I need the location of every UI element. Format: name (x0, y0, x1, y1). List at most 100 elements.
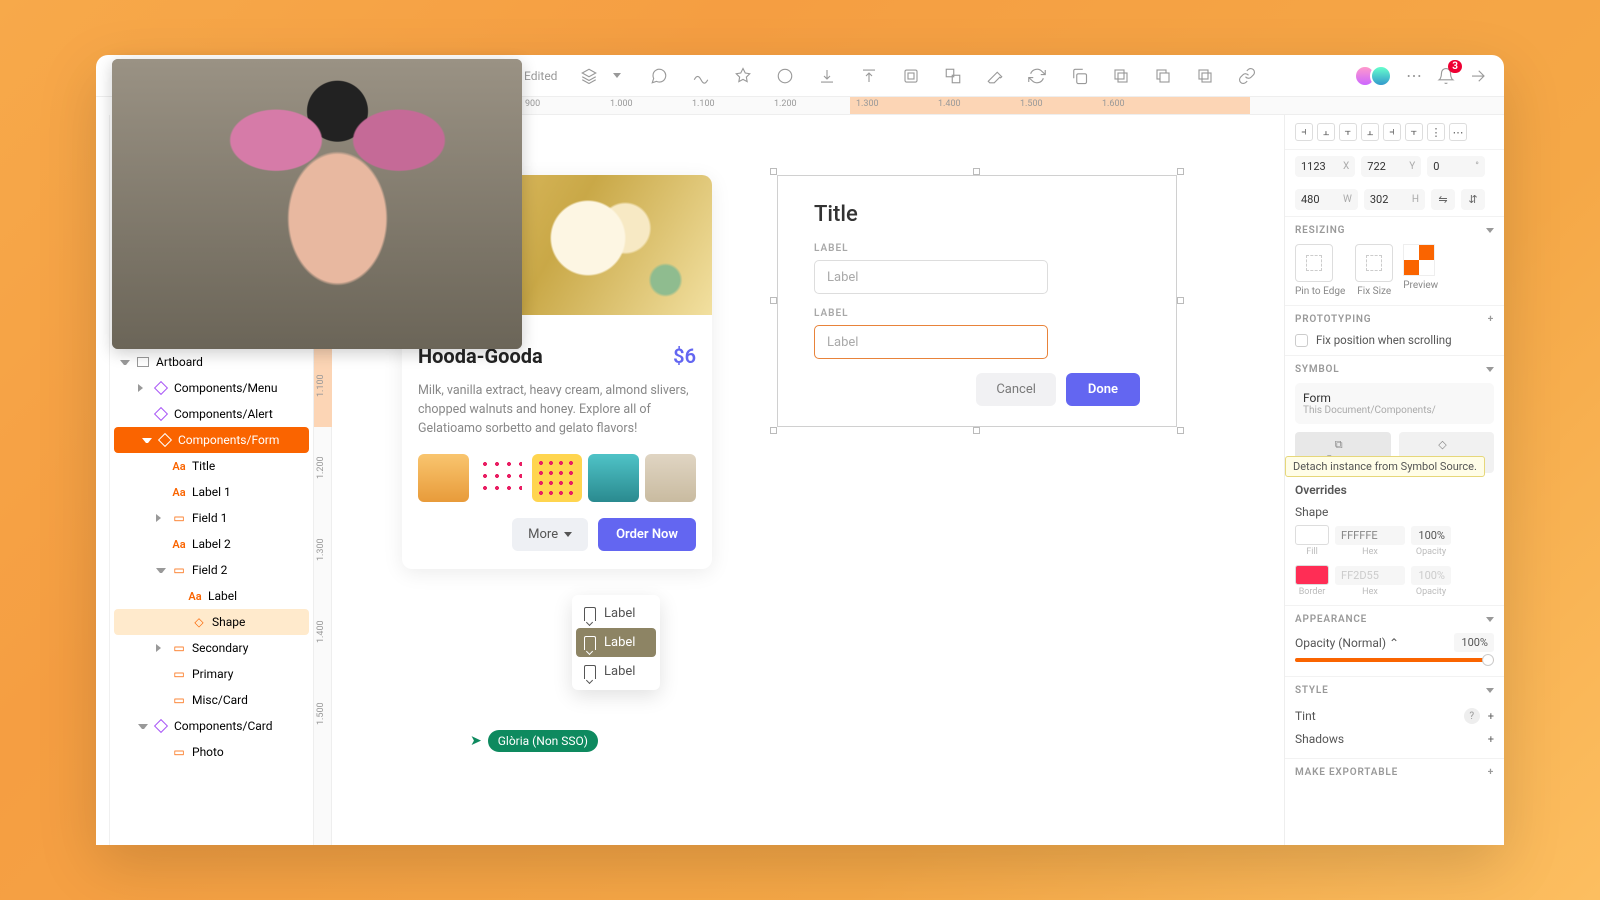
group-icon[interactable] (901, 66, 921, 86)
opacity-mode-select[interactable]: Opacity (Normal) ⌃ (1295, 636, 1399, 650)
notifications-icon[interactable]: 3 (1436, 66, 1456, 86)
collaborator-avatars[interactable] (1360, 65, 1392, 87)
chevron-down-icon[interactable] (1486, 688, 1494, 693)
help-icon[interactable]: ? (1464, 708, 1480, 724)
freehand-icon[interactable] (691, 66, 711, 86)
thumbnail[interactable] (645, 454, 696, 502)
detach-button[interactable]: ⧉ Detach ↖ Detach instance from Symbol S… (1295, 432, 1391, 473)
border-swatch[interactable] (1295, 565, 1329, 585)
layer-secondary[interactable]: ▭Secondary (110, 635, 313, 661)
order-button[interactable]: Order Now (598, 518, 696, 551)
border-hex-input[interactable] (1335, 566, 1405, 585)
overrides-label: Overrides (1295, 483, 1494, 497)
height-input[interactable]: H (1364, 189, 1425, 210)
collaborator-cursor: ➤ Glòria (Non SSO) (470, 730, 598, 752)
notification-badge: 3 (1448, 60, 1462, 73)
thumbnail[interactable] (418, 454, 469, 502)
section-resizing: RESIZING (1295, 225, 1345, 236)
add-icon[interactable]: + (1488, 314, 1494, 325)
add-icon[interactable]: + (1488, 767, 1494, 778)
align-right-icon[interactable]: ⫟ (1339, 123, 1357, 141)
resize-handle[interactable] (770, 168, 777, 175)
align-left-icon[interactable]: ⫞ (1295, 123, 1313, 141)
fill-hex-input[interactable] (1335, 526, 1405, 545)
intersect-icon[interactable] (1195, 66, 1215, 86)
add-icon[interactable]: + (1488, 733, 1494, 746)
resize-handle[interactable] (770, 427, 777, 434)
align-bottom-icon[interactable]: ⫟ (1405, 123, 1423, 141)
resize-handle[interactable] (973, 168, 980, 175)
width-input[interactable]: W (1295, 189, 1358, 210)
dropdown-item[interactable]: Label (576, 599, 656, 628)
opacity-value-input[interactable] (1454, 633, 1494, 652)
layer-photo[interactable]: ▭Photo (110, 739, 313, 765)
border-opacity-input[interactable] (1411, 566, 1451, 585)
layer-primary[interactable]: ▭Primary (110, 661, 313, 687)
shape-icon[interactable] (733, 66, 753, 86)
align-forward-icon[interactable] (817, 66, 837, 86)
resize-handle[interactable] (973, 427, 980, 434)
layer-label[interactable]: AaLabel (110, 583, 313, 609)
layer-components-form[interactable]: Components/Form (114, 427, 309, 453)
chevron-down-icon[interactable] (607, 66, 627, 86)
rotation-input[interactable]: ° (1427, 156, 1485, 177)
add-icon[interactable]: + (1488, 710, 1494, 723)
distribute-v-icon[interactable]: ⋯ (1449, 123, 1467, 141)
layer-label2[interactable]: AaLabel 2 (110, 531, 313, 557)
link-icon[interactable] (1237, 66, 1257, 86)
thumbnail[interactable] (475, 454, 526, 502)
fill-swatch[interactable] (1295, 525, 1329, 545)
chevron-down-icon[interactable] (1486, 617, 1494, 622)
copy-icon[interactable] (1069, 66, 1089, 86)
opacity-slider[interactable] (1295, 658, 1494, 662)
layer-misccard[interactable]: ▭Misc/Card (110, 687, 313, 713)
resize-handle[interactable] (1177, 297, 1184, 304)
fill-opacity-input[interactable] (1411, 526, 1451, 545)
eraser-icon[interactable] (985, 66, 1005, 86)
align-middle-icon[interactable]: ⫞ (1383, 123, 1401, 141)
layer-artboard[interactable]: Artboard (110, 349, 313, 375)
x-input[interactable]: X (1295, 156, 1355, 177)
more-icon[interactable]: ⋯ (1404, 66, 1424, 86)
thumbnail[interactable] (588, 454, 639, 502)
chevron-down-icon[interactable] (1486, 228, 1494, 233)
layers-icon[interactable] (579, 66, 599, 86)
align-back-icon[interactable] (859, 66, 879, 86)
chevron-down-icon[interactable] (1486, 367, 1494, 372)
form-artboard[interactable]: Title LABEL Label LABEL Label Cancel Don… (777, 175, 1177, 427)
fix-size-control[interactable] (1355, 244, 1393, 282)
y-input[interactable]: Y (1361, 156, 1421, 177)
subtract-icon[interactable] (1153, 66, 1173, 86)
pin-to-edge-control[interactable] (1295, 244, 1333, 282)
symbol-picker[interactable]: Form This Document/Components/ (1295, 383, 1494, 424)
dropdown-item[interactable]: Label (576, 628, 656, 657)
layer-components-menu[interactable]: Components/Menu (110, 375, 313, 401)
distribute-h-icon[interactable]: ⋮ (1427, 123, 1445, 141)
ungroup-icon[interactable] (943, 66, 963, 86)
refresh-icon[interactable] (1027, 66, 1047, 86)
layer-components-alert[interactable]: Components/Alert (110, 401, 313, 427)
thumbnail[interactable] (532, 454, 583, 502)
comment-icon[interactable] (649, 66, 669, 86)
layer-shape[interactable]: ◇Shape (114, 609, 309, 635)
expand-icon[interactable] (1468, 66, 1488, 86)
align-top-icon[interactable]: ⫠ (1361, 123, 1379, 141)
layer-field2[interactable]: ▭Field 2 (110, 557, 313, 583)
flip-h-button[interactable]: ⇋ (1431, 189, 1455, 210)
dropdown-item[interactable]: Label (576, 657, 656, 686)
flip-v-button[interactable]: ⇵ (1461, 189, 1485, 210)
union-icon[interactable] (1111, 66, 1131, 86)
more-button[interactable]: More (512, 518, 588, 551)
section-style: STYLE (1295, 685, 1329, 696)
product-description: Milk, vanilla extract, heavy cream, almo… (418, 382, 696, 438)
resize-handle[interactable] (770, 297, 777, 304)
fix-position-checkbox[interactable]: Fix position when scrolling (1295, 333, 1494, 347)
layer-components-card[interactable]: Components/Card (110, 713, 313, 739)
resize-handle[interactable] (1177, 168, 1184, 175)
circle-icon[interactable] (775, 66, 795, 86)
layer-title[interactable]: AaTitle (110, 453, 313, 479)
layer-label1[interactable]: AaLabel 1 (110, 479, 313, 505)
align-center-icon[interactable]: ⫠ (1317, 123, 1335, 141)
resize-handle[interactable] (1177, 427, 1184, 434)
layer-field1[interactable]: ▭Field 1 (110, 505, 313, 531)
